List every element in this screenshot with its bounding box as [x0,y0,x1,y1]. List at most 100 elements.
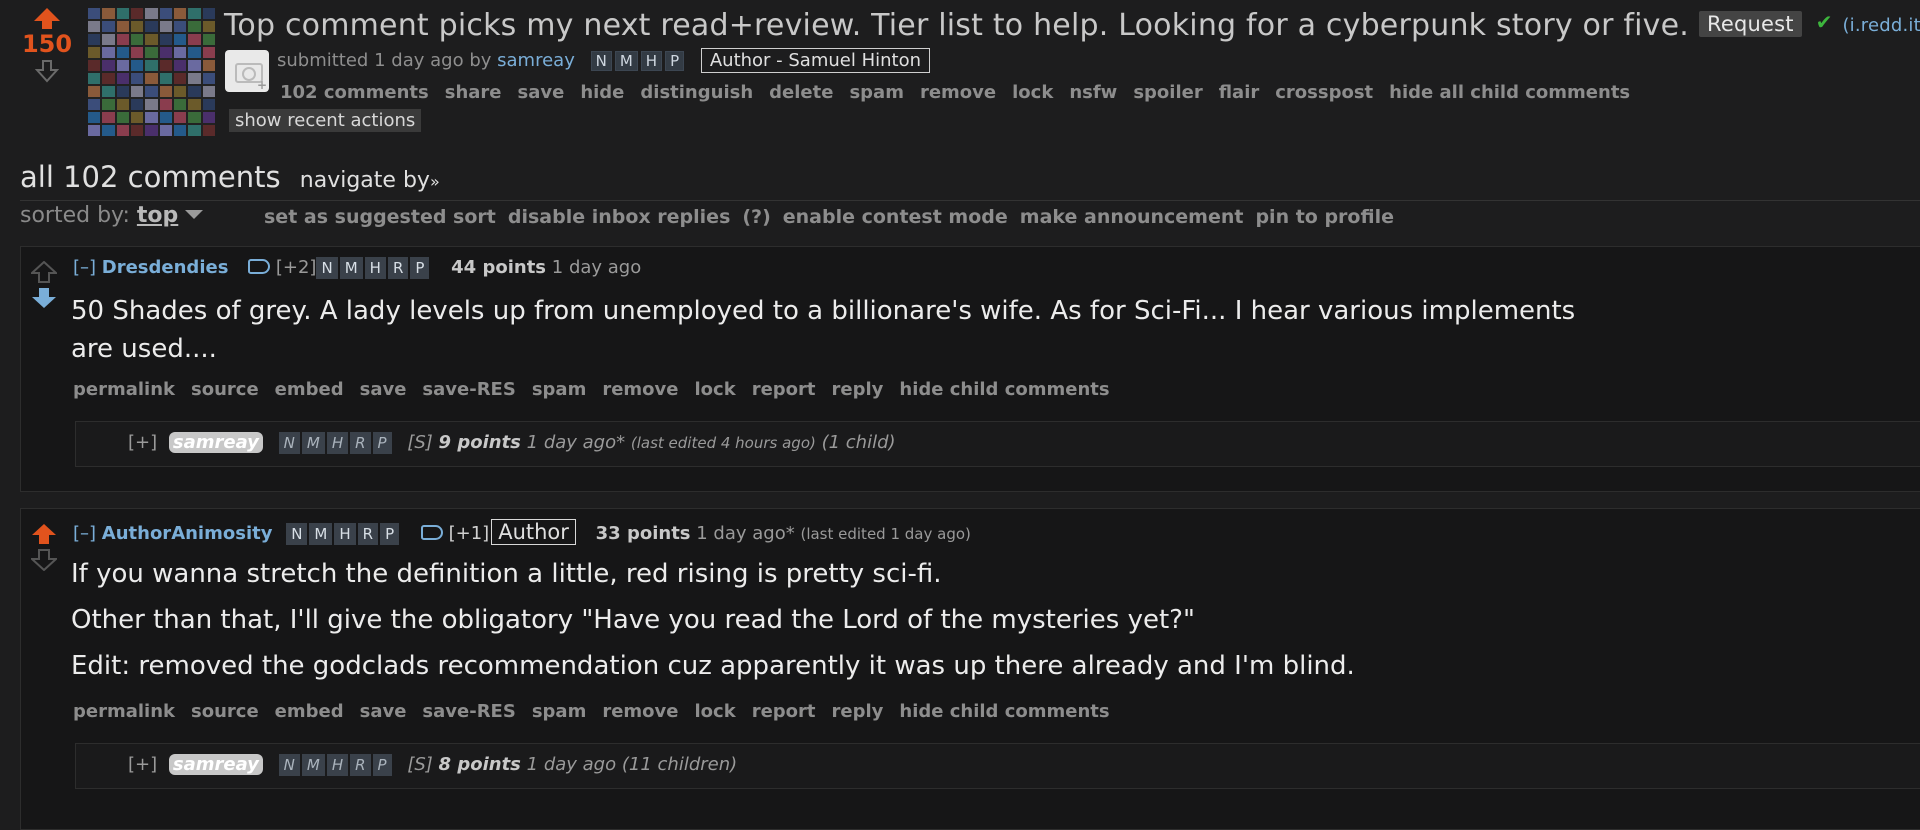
comment-action-link[interactable]: source [191,379,259,400]
comment-action-link[interactable]: remove [602,379,678,400]
comment-action-link[interactable]: reply [832,379,884,400]
user-tag[interactable]: M [301,432,325,454]
sort-action-link[interactable]: enable contest mode [783,206,1008,228]
comment-action-link[interactable]: save-RES [422,379,515,400]
user-tag[interactable]: M [309,523,333,545]
downvote-arrow-icon[interactable] [31,549,57,571]
navigate-label: navigate by [299,168,430,193]
comment-action-link[interactable]: spam [532,379,587,400]
tag-label-icon[interactable] [420,525,443,540]
comment-action-link[interactable]: embed [275,701,344,722]
post-action-link[interactable]: spam [849,82,904,103]
post-author[interactable]: samreay [497,50,575,71]
expand-toggle[interactable]: [+] [128,432,157,453]
post-action-link[interactable]: distinguish [640,82,753,103]
expand-toggle[interactable]: [+] [128,754,157,775]
comment-action-link[interactable]: source [191,701,259,722]
caret-down-icon[interactable] [185,210,204,219]
thumbnail-tile [102,112,115,123]
collapse-toggle[interactable]: [–] [73,523,96,544]
post-action-link[interactable]: lock [1012,82,1053,103]
comment-action-link[interactable]: hide child comments [899,379,1109,400]
post-domain[interactable]: (i.redd.it) [1842,15,1920,36]
sort-action-link[interactable]: pin to profile [1255,206,1394,228]
navigate-by-dropdown[interactable]: navigate by» [300,168,440,193]
thumbnail-tile [188,73,201,84]
user-tag[interactable]: M [339,257,363,279]
comment-author[interactable]: AuthorAnimosity [102,523,273,544]
user-tag[interactable]: N [278,754,300,776]
user-tag[interactable]: N [590,51,612,71]
post-action-link[interactable]: save [518,82,565,103]
sort-action-link[interactable]: (?) [742,206,770,228]
user-tag[interactable]: N [286,523,308,545]
show-recent-actions-button[interactable]: show recent actions [229,109,422,132]
comment-action-link[interactable]: reply [832,701,884,722]
user-tag[interactable]: H [364,257,386,279]
sort-action-link[interactable]: disable inbox replies [508,206,731,228]
user-tag[interactable]: H [326,754,349,776]
comment-action-links: permalink source embed save save-RES spam remo… [73,379,1126,400]
camera-icon[interactable]: + [225,50,269,92]
post-action-link[interactable]: remove [920,82,996,103]
child-author[interactable]: samreay [168,754,263,775]
user-tag[interactable]: N [316,257,338,279]
post-title[interactable]: Top comment picks my next read+review. T… [224,8,1689,43]
upvote-arrow-icon[interactable] [31,523,57,545]
comment-action-link[interactable]: save [360,701,407,722]
user-tag[interactable]: H [640,51,663,71]
downvote-arrow-icon[interactable] [34,59,60,83]
collapse-toggle[interactable]: [–] [73,257,96,278]
post-action-link[interactable]: 102 comments [280,82,429,103]
user-tag[interactable]: H [334,523,356,545]
user-tag[interactable]: M [614,51,638,71]
comment-action-link[interactable]: embed [275,379,344,400]
child-user-tags: NMHRP [278,432,394,454]
post-action-link[interactable]: delete [769,82,833,103]
user-tag[interactable]: R [350,432,371,454]
comment-action-link[interactable]: lock [695,701,736,722]
post-thumbnail[interactable] [88,8,215,136]
tag-label-icon[interactable] [248,259,271,274]
user-tag[interactable]: R [387,257,409,279]
post-action-link[interactable]: nsfw [1069,82,1117,103]
post-action-link[interactable]: flair [1219,82,1260,103]
child-author[interactable]: samreay [168,432,263,453]
comments-header: all 102 comments navigate by» [20,160,440,194]
comment-action-link[interactable]: permalink [73,379,175,400]
downvote-arrow-icon[interactable] [31,287,57,309]
user-tag[interactable]: M [301,754,325,776]
user-tag[interactable]: P [665,51,685,71]
user-tag[interactable]: P [380,523,400,545]
comment-author[interactable]: Dresdendies [102,257,229,278]
comment-action-link[interactable]: save [360,379,407,400]
user-tag[interactable]: R [357,523,379,545]
submitted-label: submitted [277,50,369,71]
sort-action-link[interactable]: make announcement [1020,206,1244,228]
post-action-link[interactable]: hide [580,82,624,103]
user-tag[interactable]: R [350,754,371,776]
thumbnail-tile [202,34,215,45]
comment-action-link[interactable]: remove [602,701,678,722]
post-action-link[interactable]: hide all child comments [1389,82,1630,103]
comment-action-link[interactable]: spam [532,701,587,722]
comment-action-link[interactable]: report [752,379,816,400]
upvote-arrow-icon[interactable] [20,8,74,29]
comment-action-link[interactable]: save-RES [422,701,515,722]
author-flair: Author - Samuel Hinton [700,48,931,73]
upvote-arrow-icon[interactable] [31,261,57,283]
sort-dropdown[interactable]: top [137,203,178,228]
user-tag[interactable]: N [278,432,300,454]
sort-action-link[interactable]: set as suggested sort [264,206,496,228]
comment-action-link[interactable]: permalink [73,701,175,722]
user-tag[interactable]: H [326,432,349,454]
user-tag[interactable]: P [410,257,430,279]
user-tag[interactable]: P [372,432,392,454]
post-action-link[interactable]: spoiler [1133,82,1202,103]
comment-action-link[interactable]: report [752,701,816,722]
post-action-link[interactable]: share [445,82,502,103]
user-tag[interactable]: P [372,754,392,776]
comment-action-link[interactable]: hide child comments [899,701,1109,722]
comment-action-link[interactable]: lock [695,379,736,400]
post-action-link[interactable]: crosspost [1275,82,1373,103]
